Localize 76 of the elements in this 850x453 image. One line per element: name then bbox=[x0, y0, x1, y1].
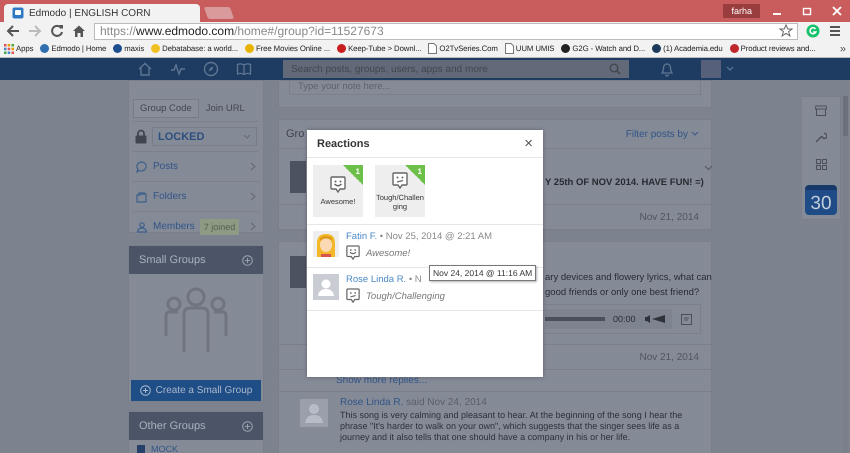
star-icon[interactable] bbox=[779, 24, 793, 38]
cartoon-avatar-icon bbox=[313, 231, 339, 257]
user-name-link[interactable]: Fatin F. bbox=[346, 231, 378, 242]
chevron-right-icon bbox=[250, 162, 256, 171]
site-favicon-icon bbox=[12, 7, 24, 19]
caret-icon bbox=[243, 134, 251, 140]
speech-bubble-icon bbox=[136, 160, 148, 172]
puzzled-face-icon bbox=[392, 172, 408, 190]
members-icon bbox=[136, 220, 148, 232]
count-badge: 1 bbox=[343, 165, 363, 185]
count-badge: 1 bbox=[405, 165, 425, 185]
add-circle-icon[interactable] bbox=[242, 254, 253, 266]
close-button[interactable]: × bbox=[524, 136, 533, 151]
avatar-silhouette-icon bbox=[300, 399, 328, 427]
smiling-face-icon bbox=[330, 176, 346, 194]
dialog-title: Reactions bbox=[317, 138, 370, 150]
close-icon[interactable] bbox=[832, 6, 842, 16]
chevron-right-icon bbox=[250, 222, 256, 231]
compass-icon[interactable] bbox=[203, 61, 219, 77]
extension-icon[interactable] bbox=[806, 24, 820, 38]
reaction-time: • N bbox=[408, 274, 422, 285]
member-count-badge: 7 joined bbox=[200, 218, 240, 234]
create-small-group-button[interactable]: Create a Small Group bbox=[130, 380, 262, 401]
audio-time: 00:00 bbox=[613, 314, 636, 324]
post-text: Y 25th OF NOV 2014. HAVE FUN! =) bbox=[545, 177, 704, 188]
caret-icon[interactable] bbox=[726, 66, 734, 72]
sidebar-item-label: Folders bbox=[153, 191, 186, 202]
reload-icon[interactable] bbox=[50, 24, 64, 38]
reaction-time: • Nov 25, 2014 @ 2:21 AM bbox=[380, 231, 492, 242]
lock-icon bbox=[135, 129, 147, 144]
photo-placeholder bbox=[290, 161, 306, 193]
menu-icon[interactable] bbox=[828, 24, 842, 38]
photo-placeholder bbox=[290, 256, 306, 288]
store-icon[interactable] bbox=[815, 105, 827, 116]
page-icon bbox=[504, 43, 514, 54]
url-field[interactable]: https://www.edmodo.com/home#/group?id=11527673 bbox=[94, 22, 798, 40]
caret-icon bbox=[691, 131, 699, 137]
apps-grid-icon bbox=[4, 44, 14, 54]
comment-text: This song is very calming and pleasant to hear. At the beginning of the song I hear the phrase "It's harder to walk on your own", which suggests that the singer sees life as a journey and it also tells that one should have a company in his or her life. bbox=[340, 410, 684, 443]
caret-icon[interactable] bbox=[704, 165, 713, 171]
book-icon[interactable] bbox=[236, 61, 252, 77]
timestamp-tooltip: Nov 24, 2014 @ 11:16 AM bbox=[429, 265, 536, 281]
back-arrow-icon[interactable] bbox=[6, 24, 20, 38]
smiling-face-icon bbox=[346, 245, 360, 261]
sidebar-item-label: Members bbox=[153, 221, 195, 232]
page-icon bbox=[428, 43, 438, 54]
user-name-link[interactable]: Rose Linda R. bbox=[346, 274, 406, 285]
grid-icon[interactable] bbox=[816, 158, 826, 170]
browser-tab[interactable]: Edmodo | ENGLISH CORN bbox=[4, 4, 200, 22]
maximize-icon[interactable] bbox=[802, 6, 812, 16]
folders-icon bbox=[136, 190, 148, 202]
volume-icon[interactable] bbox=[644, 314, 666, 324]
section-title: Gro bbox=[286, 128, 304, 140]
bell-icon[interactable] bbox=[660, 61, 674, 77]
puzzled-face-icon bbox=[346, 288, 360, 304]
more-bookmarks[interactable]: » bbox=[840, 42, 846, 54]
add-circle-icon bbox=[140, 385, 151, 396]
search-icon[interactable] bbox=[609, 63, 621, 75]
chevron-right-icon bbox=[250, 192, 256, 201]
note-icon[interactable] bbox=[681, 314, 692, 324]
profile-name[interactable]: farha bbox=[723, 4, 760, 18]
new-tab-button[interactable] bbox=[204, 7, 234, 19]
reaction-name: Awesome! bbox=[366, 248, 410, 258]
add-circle-icon[interactable] bbox=[242, 420, 253, 432]
home-icon[interactable] bbox=[72, 24, 86, 38]
panel-title: Other Groups bbox=[139, 420, 206, 432]
reaction-name: Tough/Challenging bbox=[366, 290, 445, 302]
activity-icon[interactable] bbox=[170, 61, 186, 77]
forward-arrow-icon[interactable] bbox=[28, 24, 42, 38]
audio-player[interactable]: 00:00 bbox=[545, 309, 672, 329]
post-text: good friends or only one best friend? bbox=[545, 287, 700, 298]
panel-title: Small Groups bbox=[139, 254, 206, 266]
post-text: ary devices and flowery lyrics, what can bbox=[545, 272, 712, 283]
avatar-silhouette-icon bbox=[313, 274, 339, 300]
calendar-button[interactable]: 30 bbox=[805, 184, 837, 215]
sidebar-item-label: Posts bbox=[153, 161, 178, 172]
